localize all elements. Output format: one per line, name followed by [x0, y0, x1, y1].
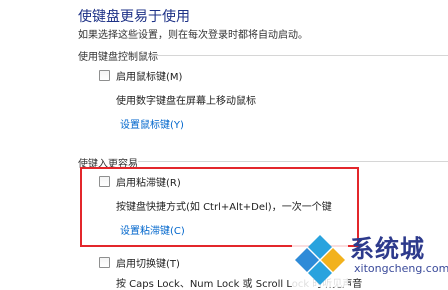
section-label-mouse-keys: 使用键盘控制鼠标 — [78, 52, 158, 63]
logo-diamond-icon — [292, 231, 348, 287]
mouse-keys-checkbox[interactable] — [99, 70, 110, 81]
mouse-keys-checkbox-label[interactable]: 启用鼠标键(M) — [116, 68, 182, 83]
watermark-url: xitongcheng.com — [354, 262, 448, 275]
page-title: 使键盘更易于使用 — [78, 9, 190, 25]
sticky-keys-description: 按键盘快捷方式(如 Ctrl+Alt+Del)，一次一个键 — [116, 202, 332, 213]
sticky-keys-checkbox-label[interactable]: 启用粘滞键(R) — [116, 174, 181, 189]
sticky-keys-checkbox[interactable] — [99, 176, 110, 187]
setup-sticky-keys-link[interactable]: 设置粘滞键(C) — [120, 222, 185, 237]
section-separator — [150, 55, 448, 56]
toggle-keys-checkbox-label[interactable]: 启用切换键(T) — [116, 255, 180, 270]
toggle-keys-checkbox[interactable] — [99, 257, 110, 268]
section-separator — [138, 161, 448, 162]
page-subtitle: 如果选择这些设置，则在每次登录时都将自动启动。 — [78, 30, 308, 41]
watermark-logo: 系统城 xitongcheng.com — [292, 231, 448, 287]
setup-mouse-keys-link[interactable]: 设置鼠标键(Y) — [120, 116, 184, 131]
watermark-brand: 系统城 — [350, 235, 425, 263]
mouse-keys-description: 使用数字键盘在屏幕上移动鼠标 — [116, 96, 256, 107]
